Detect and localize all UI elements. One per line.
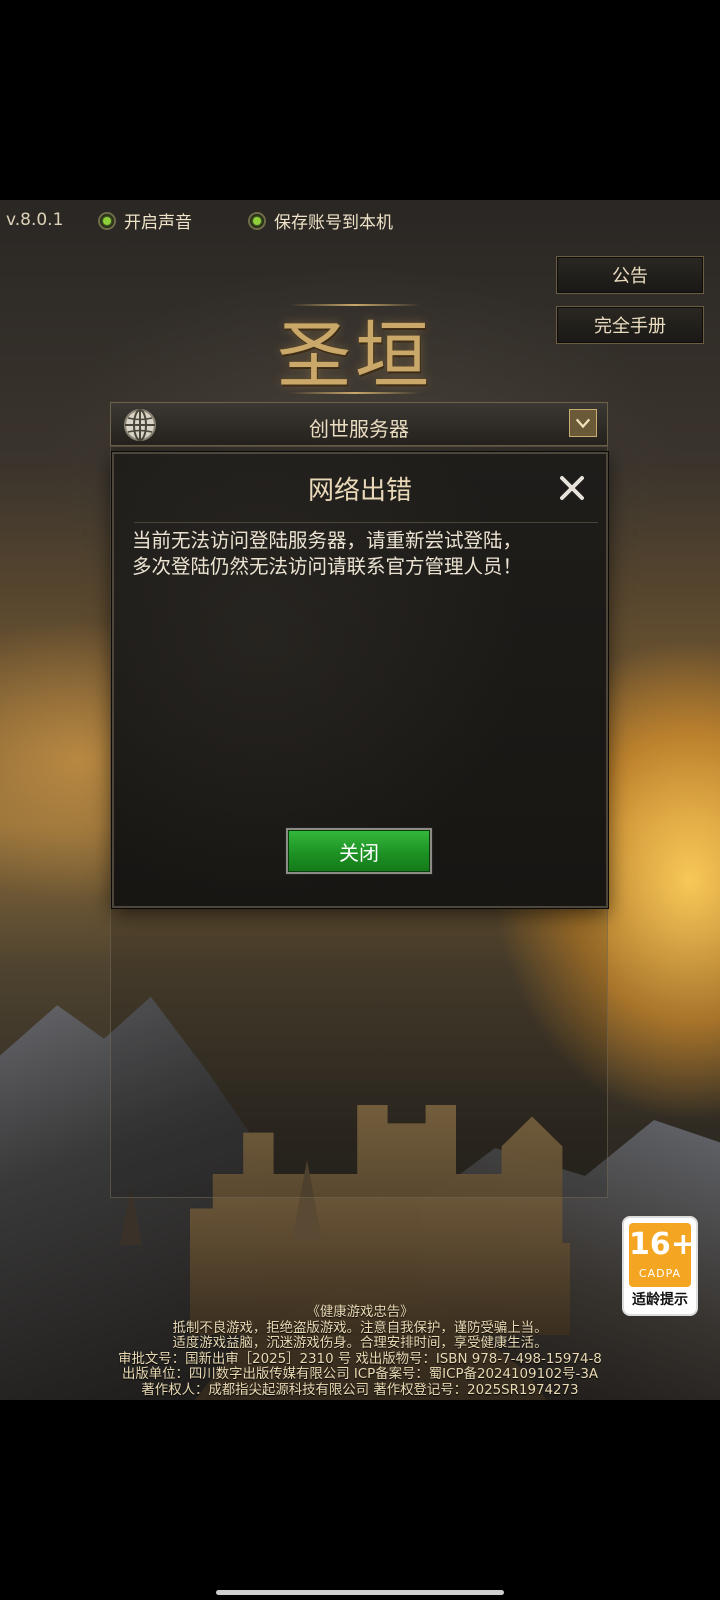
network-error-dialog: 网络出错 当前无法访问登陆服务器，请重新尝试登陆， 多次登陆仍然无法访问请联系官… [112,452,608,908]
announcement-button[interactable]: 公告 [556,256,704,294]
save-account-toggle[interactable]: 保存账号到本机 [248,208,393,233]
server-selector[interactable]: 创世服务器 [110,402,608,446]
dialog-title: 网络出错 [307,476,412,506]
notice-line: 审批文号：国新出审［2025］2310 号 戏出版物号：ISBN 978-7-4… [118,1351,602,1367]
manual-button[interactable]: 完全手册 [556,306,704,344]
dialog-divider [134,522,598,523]
dialog-message-line: 多次登陆仍然无法访问请联系官方管理人员！ [132,555,523,578]
home-indicator[interactable] [216,1590,504,1595]
notice-line: 《健康游戏忠告》 [306,1305,414,1320]
age-rating-org: CADPA [638,1267,682,1280]
dialog-message: 当前无法访问登陆服务器，请重新尝试登陆， 多次登陆仍然无法访问请联系官方管理人员… [132,528,590,580]
toggle-radio-icon[interactable] [98,211,116,230]
version-label: v.8.0.1 [6,210,64,230]
top-bar: v.8.0.1 开启声音 保存账号到本机 [0,200,720,244]
close-icon[interactable] [556,472,588,504]
notice-line: 抵制不良游戏，拒绝盗版游戏。注意自我保护，谨防受骗上当。 [172,1320,548,1336]
sound-toggle[interactable]: 开启声音 [98,208,192,233]
toggle-radio-icon[interactable] [248,211,266,230]
age-rating-block: 16+ CADPA [629,1223,696,1287]
notice-line: 适度游戏益脑，沉迷游戏伤身。合理安排时间，享受健康生活。 [172,1336,548,1351]
age-rating-number: 16+ [629,1227,696,1262]
dialog-message-line: 当前无法访问登陆服务器，请重新尝试登陆， [132,529,523,552]
notice-line: 出版单位：四川数字出版传媒有限公司 ICP备案号：蜀ICP备2024109102… [121,1367,599,1382]
selected-server-name: 创世服务器 [309,417,409,441]
logo-ornament-bottom [290,392,420,394]
age-rating-badge[interactable]: 16+ CADPA 适龄提示 [622,1216,698,1316]
notice-line: 著作权人：成都指尖起源科技有限公司 著作权登记号：2025SR1974273 [141,1382,579,1398]
save-account-toggle-label: 保存账号到本机 [274,213,393,233]
close-button[interactable]: 关闭 [286,828,432,874]
sound-toggle-label: 开启声音 [124,213,192,233]
game-logo: 圣垣 [277,312,433,399]
chevron-down-icon[interactable] [569,409,597,437]
health-notice: 《健康游戏忠告》 抵制不良游戏，拒绝盗版游戏。注意自我保护，谨防受骗上当。 适度… [0,1305,720,1398]
